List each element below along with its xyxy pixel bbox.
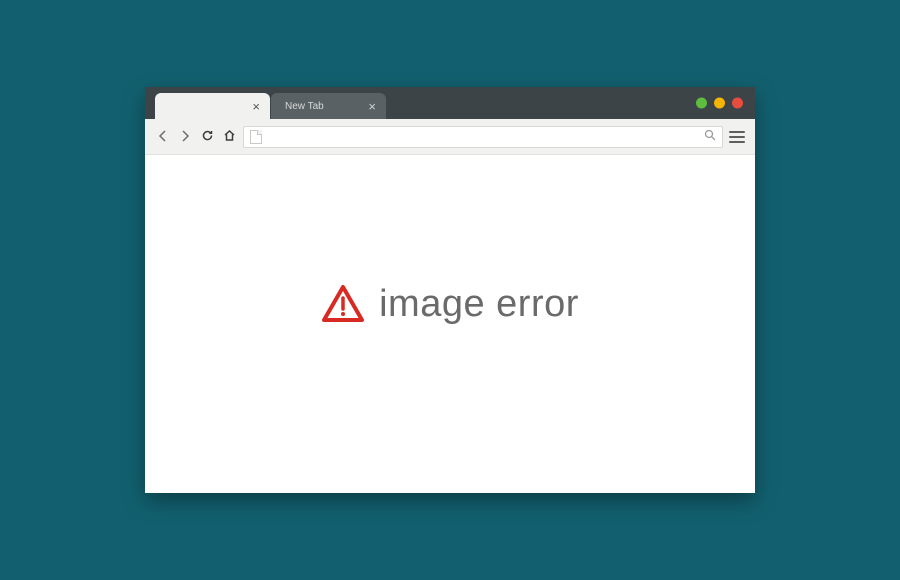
close-window-button[interactable] <box>732 98 743 109</box>
page-content: image error <box>145 155 755 493</box>
window-controls <box>696 98 743 109</box>
tab-new[interactable]: New Tab × <box>271 93 386 119</box>
address-bar[interactable] <box>243 126 723 148</box>
close-icon[interactable]: × <box>250 100 262 113</box>
reload-button[interactable] <box>199 129 215 144</box>
tab-active[interactable]: × <box>155 93 270 119</box>
tab-strip: × New Tab × <box>145 87 755 119</box>
warning-icon <box>321 284 365 324</box>
close-icon[interactable]: × <box>366 100 378 113</box>
back-button[interactable] <box>155 130 171 144</box>
home-button[interactable] <box>221 129 237 144</box>
toolbar <box>145 119 755 155</box>
browser-window: × New Tab × <box>145 87 755 493</box>
tab-label: New Tab <box>285 101 366 112</box>
page-icon <box>250 130 262 144</box>
maximize-button[interactable] <box>714 98 725 109</box>
menu-button[interactable] <box>729 129 745 145</box>
forward-button[interactable] <box>177 130 193 144</box>
error-message: image error <box>379 283 579 326</box>
address-input[interactable] <box>268 131 698 143</box>
minimize-button[interactable] <box>696 98 707 109</box>
search-icon[interactable] <box>704 128 716 146</box>
